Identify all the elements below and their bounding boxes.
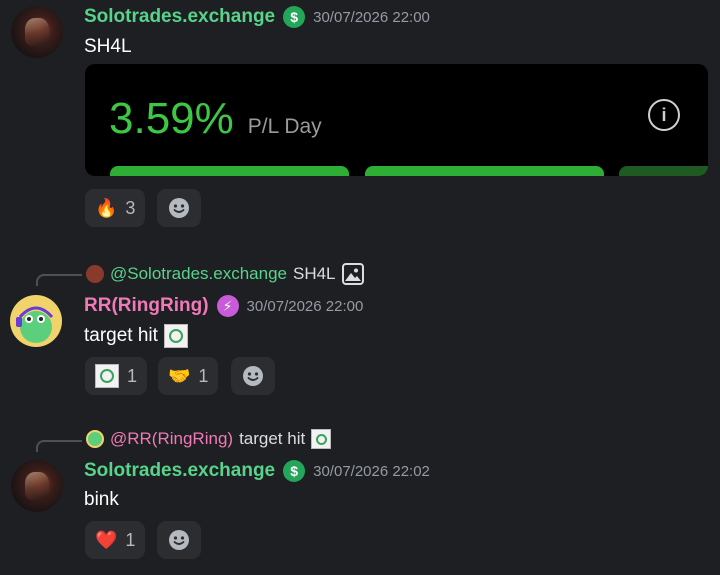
- chart-bar: [619, 166, 708, 176]
- reaction-fire[interactable]: 🔥 3: [85, 189, 146, 227]
- dollar-badge-icon: $: [283, 6, 306, 28]
- timestamp: 30/07/2026 22:00: [246, 297, 364, 315]
- reaction-handshake[interactable]: 🤝 1: [158, 357, 219, 395]
- handshake-icon: 🤝: [168, 365, 191, 386]
- reply-preview[interactable]: @Solotrades.exchange SH4L: [86, 263, 364, 285]
- reply-avatar: [86, 430, 104, 448]
- add-reaction-button[interactable]: [157, 521, 201, 559]
- info-icon: i: [648, 99, 680, 131]
- avatar[interactable]: [10, 295, 62, 347]
- reaction-count: 1: [127, 365, 138, 386]
- avatar[interactable]: [11, 6, 63, 58]
- heart-icon: ❤️: [95, 529, 118, 550]
- reaction-heart[interactable]: ❤️ 1: [85, 521, 146, 559]
- add-reaction-button[interactable]: [231, 357, 275, 395]
- pl-value: 3.59%: [109, 94, 234, 143]
- reply-text: target hit: [239, 429, 306, 448]
- username[interactable]: Solotrades.exchange: [84, 6, 275, 28]
- avatar[interactable]: [11, 460, 63, 512]
- fire-icon: 🔥: [95, 197, 118, 218]
- username[interactable]: Solotrades.exchange: [84, 460, 275, 482]
- image-icon: [341, 263, 364, 285]
- dollar-badge-icon: $: [283, 460, 306, 482]
- stamp-emoji-icon: [95, 364, 119, 388]
- reply-author: @RR(RingRing): [110, 429, 234, 448]
- reaction-stamp[interactable]: 1: [85, 357, 148, 395]
- stamp-emoji-icon: [311, 429, 332, 449]
- message-text: target hit: [84, 325, 158, 346]
- message-text: SH4L: [84, 36, 132, 57]
- reply-connector: [36, 440, 82, 452]
- smiley-icon: [243, 366, 263, 386]
- pl-embed-image[interactable]: 3.59% P/L Day i: [85, 64, 708, 176]
- smiley-icon: [169, 530, 189, 550]
- reply-avatar: [86, 265, 104, 283]
- reply-author: @Solotrades.exchange: [110, 264, 287, 283]
- reaction-count: 1: [125, 529, 136, 550]
- chart-bar: [110, 166, 349, 176]
- username[interactable]: RR(RingRing): [84, 295, 209, 317]
- reply-connector: [36, 274, 82, 286]
- message-text: bink: [84, 489, 119, 510]
- add-reaction-button[interactable]: [157, 189, 201, 227]
- timestamp: 30/07/2026 22:00: [313, 8, 430, 26]
- reply-preview[interactable]: @RR(RingRing) target hit: [86, 429, 332, 449]
- stamp-emoji-icon: [163, 324, 188, 348]
- timestamp: 30/07/2026 22:02: [313, 462, 430, 480]
- reaction-count: 3: [125, 197, 136, 218]
- pl-label: P/L Day: [247, 115, 322, 138]
- boost-badge-icon: ⚡: [216, 295, 239, 317]
- reply-text: SH4L: [292, 264, 336, 283]
- reaction-count: 1: [198, 365, 209, 386]
- frog-avatar-icon: [16, 306, 54, 343]
- chart-bar: [365, 166, 604, 176]
- smiley-icon: [169, 198, 189, 218]
